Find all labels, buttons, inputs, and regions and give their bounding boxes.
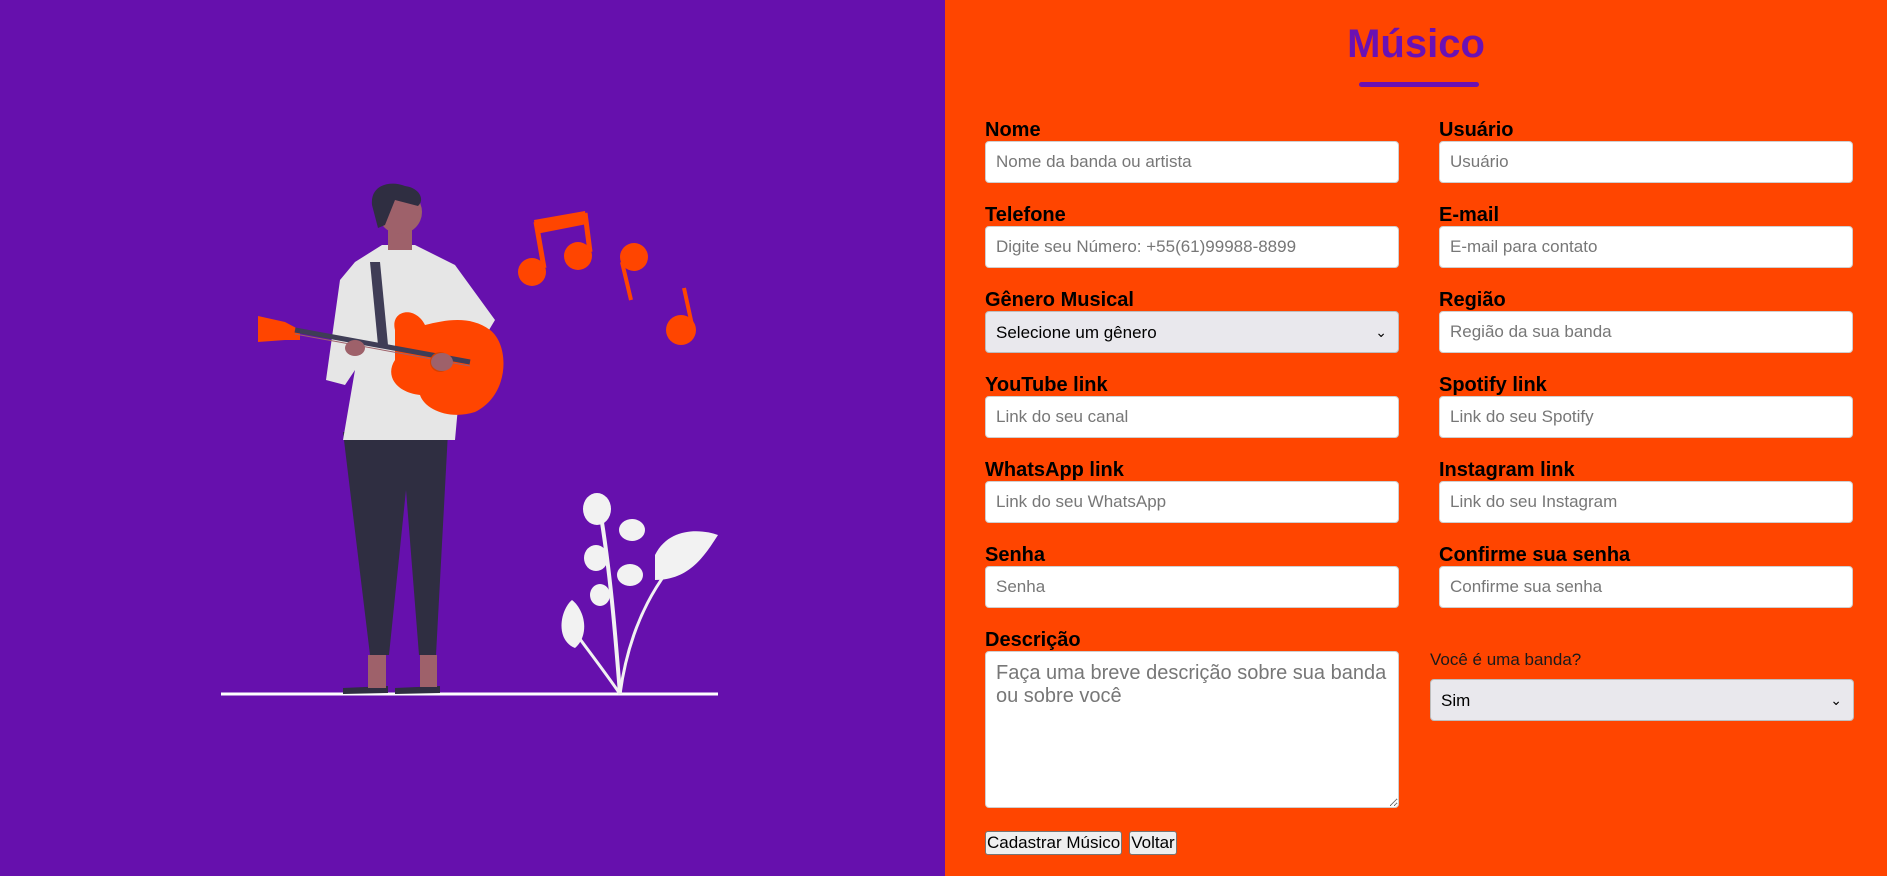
- spotify-label: Spotify link: [1439, 374, 1547, 396]
- descricao-label: Descrição: [985, 629, 1081, 651]
- instagram-label: Instagram link: [1439, 459, 1575, 481]
- whatsapp-input[interactable]: [985, 481, 1399, 523]
- illustration-panel: [0, 0, 945, 876]
- instagram-input[interactable]: [1439, 481, 1853, 523]
- music-notes-icon: [518, 211, 696, 345]
- plant-icon: [561, 493, 718, 695]
- spotify-field-group: Spotify link: [1439, 374, 1853, 438]
- usuario-input[interactable]: [1439, 141, 1853, 183]
- senha-input[interactable]: [985, 566, 1399, 608]
- youtube-input[interactable]: [985, 396, 1399, 438]
- genero-select[interactable]: Selecione um gênero: [985, 311, 1399, 353]
- banda-select[interactable]: Sim: [1430, 679, 1854, 721]
- regiao-input[interactable]: [1439, 311, 1853, 353]
- youtube-label: YouTube link: [985, 374, 1108, 396]
- title-underline: [1359, 82, 1479, 87]
- signup-form-panel: Músico Nome Usuário Telefone E-mail Gêne…: [945, 0, 1887, 876]
- nome-input[interactable]: [985, 141, 1399, 183]
- instagram-field-group: Instagram link: [1439, 459, 1853, 523]
- cadastrar-button[interactable]: Cadastrar Músico: [985, 831, 1123, 855]
- telefone-field-group: Telefone: [985, 204, 1399, 268]
- confirme-label: Confirme sua senha: [1439, 544, 1631, 566]
- descricao-field-group: Descrição: [985, 629, 1399, 813]
- whatsapp-field-group: WhatsApp link: [985, 459, 1399, 523]
- whatsapp-label: WhatsApp link: [985, 459, 1124, 481]
- nome-label: Nome: [985, 119, 1041, 141]
- email-input[interactable]: [1439, 226, 1853, 268]
- guitarist-illustration-icon: [221, 183, 718, 696]
- voltar-button[interactable]: Voltar: [1129, 831, 1177, 855]
- confirme-input[interactable]: [1439, 566, 1853, 608]
- nome-field-group: Nome: [985, 119, 1399, 183]
- genero-field-group: Gênero Musical Selecione um gênero ⌄: [985, 289, 1399, 353]
- usuario-label: Usuário: [1439, 119, 1514, 141]
- senha-field-group: Senha: [985, 544, 1399, 608]
- regiao-label: Região: [1439, 289, 1506, 311]
- regiao-field-group: Região: [1439, 289, 1853, 353]
- banda-select-wrap: Sim ⌄: [1430, 679, 1854, 721]
- email-label: E-mail: [1439, 204, 1500, 226]
- email-field-group: E-mail: [1439, 204, 1853, 268]
- form-buttons: Cadastrar Músico Voltar: [985, 831, 1177, 855]
- telefone-label: Telefone: [985, 204, 1066, 226]
- page-title: Músico: [1347, 22, 1485, 66]
- confirme-field-group: Confirme sua senha: [1439, 544, 1853, 608]
- senha-label: Senha: [985, 544, 1046, 566]
- banda-question-label: Você é uma banda?: [1430, 650, 1582, 669]
- youtube-field-group: YouTube link: [985, 374, 1399, 438]
- guitarist-figure: [258, 183, 504, 694]
- genero-label: Gênero Musical: [985, 289, 1134, 311]
- telefone-input[interactable]: [985, 226, 1399, 268]
- descricao-textarea[interactable]: [985, 651, 1399, 808]
- spotify-input[interactable]: [1439, 396, 1853, 438]
- usuario-field-group: Usuário: [1439, 119, 1853, 183]
